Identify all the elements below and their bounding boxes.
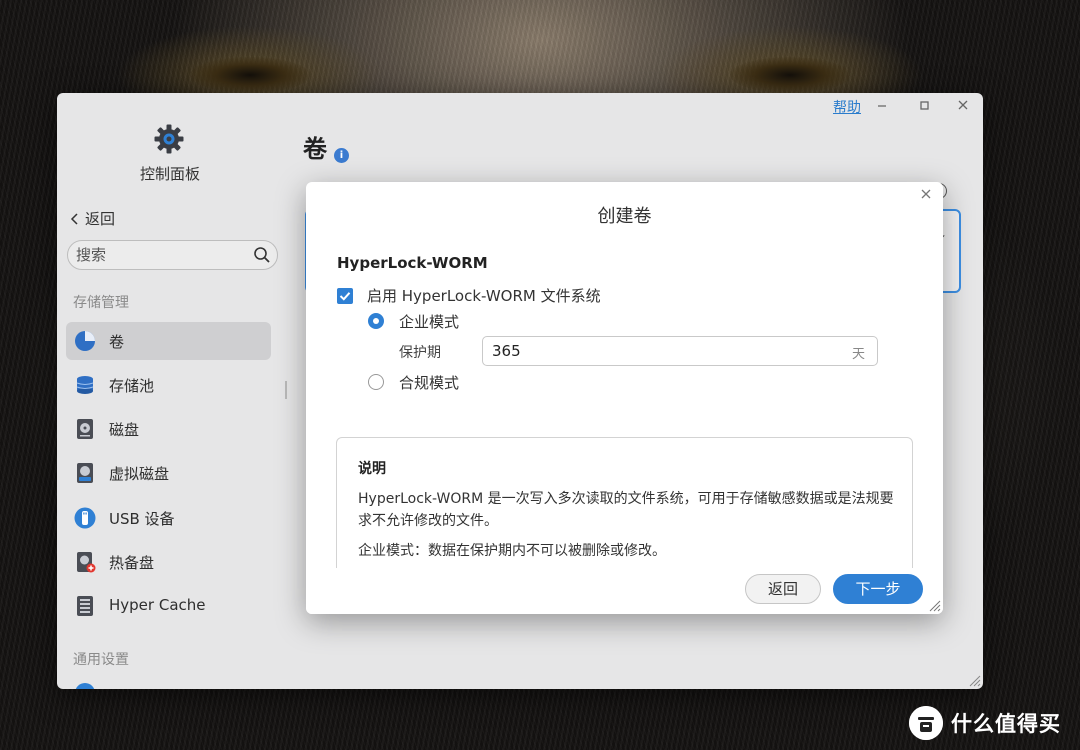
window-close-button[interactable] [955,97,971,113]
sidebar-item-label: 存储池 [109,377,155,395]
volume-pie-icon [75,331,95,351]
dialog-resize-grip-icon[interactable] [927,598,941,612]
watermark-logo-icon [909,706,943,740]
checkmark-icon [339,292,351,301]
storage-pool-icon [76,376,94,394]
sidebar-item-usb[interactable]: USB 设备 [66,499,271,537]
sidebar-item-virtual-disk[interactable]: 虚拟磁盘 [66,454,271,492]
enable-worm-label: 启用 HyperLock-WORM 文件系统 [367,287,601,305]
dialog-title: 创建卷 [597,206,652,227]
compliance-mode-radio[interactable] [368,374,384,390]
page-title: 卷 [303,135,327,163]
sidebar-item-label: Hyper Cache [109,596,206,614]
maximize-button[interactable] [916,97,932,113]
compliance-mode-label: 合规模式 [399,374,460,392]
sidebar: 控制面板 返回 存储管理 卷 [57,93,287,689]
window-resize-grip-icon[interactable] [967,673,981,687]
usb-icon [74,507,96,529]
enable-worm-checkbox[interactable] [337,288,353,304]
sidebar-item-hyper-cache[interactable]: Hyper Cache [66,587,271,625]
enterprise-mode-note: 企业模式：数据在保护期内不可以被删除或修改。 [358,543,666,559]
disk-icon [77,419,93,439]
sidebar-item-label: 磁盘 [109,421,140,439]
retention-label: 保护期 [399,345,441,361]
hyper-cache-icon [77,596,93,616]
create-volume-dialog: 创建卷 HyperLock-WORM 启用 HyperLock-WORM 文件系… [306,182,943,614]
sidebar-item-label: 卷 [109,333,125,351]
search-box[interactable] [67,240,278,270]
search-icon[interactable] [253,246,271,264]
minimize-icon [878,105,886,107]
sidebar-item-label: 虚拟磁盘 [109,465,170,483]
chevron-left-icon [70,212,78,225]
section-general-settings: 通用设置 [73,652,129,668]
hyperlock-section-title: HyperLock-WORM [337,254,488,272]
dialog-footer: 返回 下一步 [306,568,943,614]
section-storage-management: 存储管理 [73,295,129,311]
general-settings-icon [75,683,95,689]
description-text: HyperLock-WORM 是一次写入多次读取的文件系统，可用于存储敏感数据或… [358,491,894,529]
wallpaper-eye-left [190,57,310,93]
minimize-button[interactable] [874,97,890,113]
app-title: 控制面板 [139,165,200,183]
search-input[interactable] [76,245,246,265]
retention-input[interactable] [492,342,812,360]
watermark-text: 什么值得买 [951,712,1061,736]
info-icon[interactable]: i [334,148,349,163]
enterprise-mode-radio[interactable] [368,313,384,329]
virtual-disk-icon [77,463,93,483]
sidebar-item-disk[interactable]: 磁盘 [66,410,271,448]
maximize-icon [920,101,929,110]
next-button[interactable]: 下一步 [833,574,923,604]
sidebar-item-label: 热备盘 [109,554,155,572]
back-link[interactable]: 返回 [69,208,115,229]
sidebar-item-storage-pool[interactable]: 存储池 [66,366,271,404]
gear-icon [154,124,184,154]
description-title: 说明 [358,461,386,477]
description-box: 说明 HyperLock-WORM 是一次写入多次读取的文件系统，可用于存储敏感… [336,437,913,577]
dialog-close-button[interactable] [921,188,931,203]
sidebar-item-volume[interactable]: 卷 [66,322,271,360]
back-button[interactable]: 返回 [745,574,821,604]
enterprise-mode-label: 企业模式 [399,313,460,331]
hot-spare-icon [77,552,96,573]
sidebar-item-label: USB 设备 [109,510,175,528]
retention-unit: 天 [851,347,865,362]
sidebar-scrollbar[interactable] [285,381,287,399]
retention-field[interactable]: 天 [482,336,878,366]
sidebar-item-hot-spare[interactable]: 热备盘 [66,543,271,581]
wallpaper-eye-right [730,57,850,93]
back-label: 返回 [85,210,116,228]
close-icon [921,189,931,199]
close-icon [958,100,968,110]
watermark: 什么值得买 [909,706,1061,740]
help-link[interactable]: 帮助 [833,97,861,117]
